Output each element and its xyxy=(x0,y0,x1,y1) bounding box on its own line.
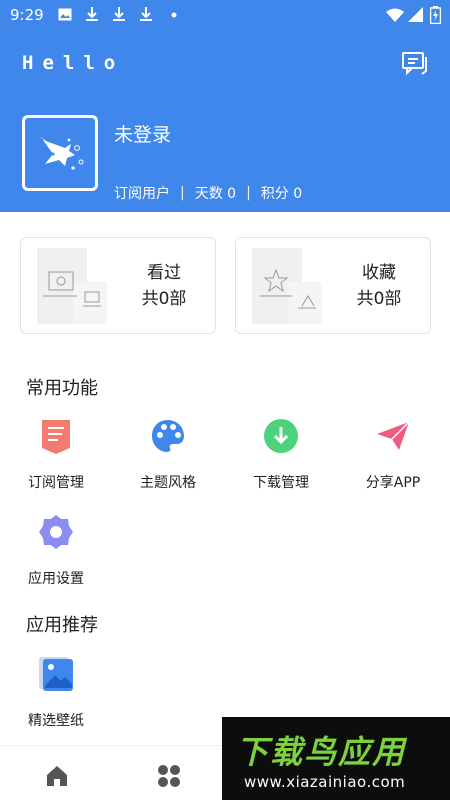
history-card-count: 共0部 xyxy=(141,289,187,309)
divider: | xyxy=(246,185,251,201)
download-icon xyxy=(86,7,98,21)
fish-logo-icon xyxy=(39,136,84,170)
wifi-icon xyxy=(386,8,404,22)
watermark-url: www.xiazainiao.com xyxy=(244,773,406,791)
fn-label: 主题风格 xyxy=(140,475,196,491)
fn-label: 订阅管理 xyxy=(28,475,84,491)
fn-app-settings[interactable]: 应用设置 xyxy=(8,514,104,588)
favorites-card[interactable]: 收藏 共0部 xyxy=(235,237,431,334)
favorites-card-count: 共0部 xyxy=(356,289,402,309)
home-icon[interactable] xyxy=(45,764,69,788)
app-title: Hello xyxy=(22,52,125,74)
subscription-label: 订阅用户 xyxy=(114,186,170,202)
fn-label: 分享APP xyxy=(365,475,421,491)
fn-download-management[interactable]: 下载管理 xyxy=(233,418,329,492)
signal-icon xyxy=(408,7,423,22)
history-card-text: 看过 共0部 xyxy=(119,260,209,312)
grid-icon[interactable] xyxy=(157,764,181,788)
profile-stats: 订阅用户 | 天数 0 | 积分 0 xyxy=(114,183,302,203)
battery-icon xyxy=(430,6,441,24)
fn-subscription-management[interactable]: 订阅管理 xyxy=(8,418,104,492)
image-icon xyxy=(58,8,72,21)
message-icon[interactable] xyxy=(402,52,428,76)
points-label: 积分 0 xyxy=(260,186,303,202)
subscription-icon xyxy=(42,420,70,454)
days-label: 天数 0 xyxy=(194,186,237,202)
avatar[interactable] xyxy=(22,115,98,191)
dot-icon xyxy=(171,12,177,18)
watermark-title: 下载鸟应用 xyxy=(236,727,406,773)
profile-header: Hello 未登录 订阅用户 | 天数 0 | 积分 0 xyxy=(0,30,450,212)
recommended-title: 应用推荐 xyxy=(26,615,98,636)
download-icon xyxy=(140,7,152,21)
status-time: 9:29 xyxy=(10,6,44,24)
favorites-illustration-icon xyxy=(252,248,322,324)
watermark-title-text: 下载鸟应用 xyxy=(236,733,407,771)
wallpaper-icon xyxy=(39,657,73,691)
history-illustration-icon xyxy=(37,248,107,324)
settings-gear-icon xyxy=(39,515,73,549)
fn-label: 精选壁纸 xyxy=(28,713,84,729)
fn-theme-style[interactable]: 主题风格 xyxy=(120,418,216,492)
watermark: 下载鸟应用 www.xiazainiao.com xyxy=(222,717,450,800)
fn-label: 下载管理 xyxy=(253,475,309,491)
history-card-title: 看过 xyxy=(147,263,181,283)
fn-share-app[interactable]: 分享APP xyxy=(345,418,441,492)
fn-label: 应用设置 xyxy=(28,571,84,587)
paper-plane-icon xyxy=(377,421,410,450)
common-functions-title: 常用功能 xyxy=(26,378,98,399)
status-bar: 9:29 xyxy=(0,0,450,30)
favorites-card-text: 收藏 共0部 xyxy=(334,260,424,312)
rec-wallpaper[interactable]: 精选壁纸 xyxy=(8,656,104,730)
download-circle-icon xyxy=(264,419,298,453)
username[interactable]: 未登录 xyxy=(114,120,171,147)
divider: | xyxy=(180,185,185,201)
download-icon xyxy=(113,7,125,21)
palette-icon xyxy=(152,420,184,452)
favorites-card-title: 收藏 xyxy=(362,263,396,283)
history-card[interactable]: 看过 共0部 xyxy=(20,237,216,334)
